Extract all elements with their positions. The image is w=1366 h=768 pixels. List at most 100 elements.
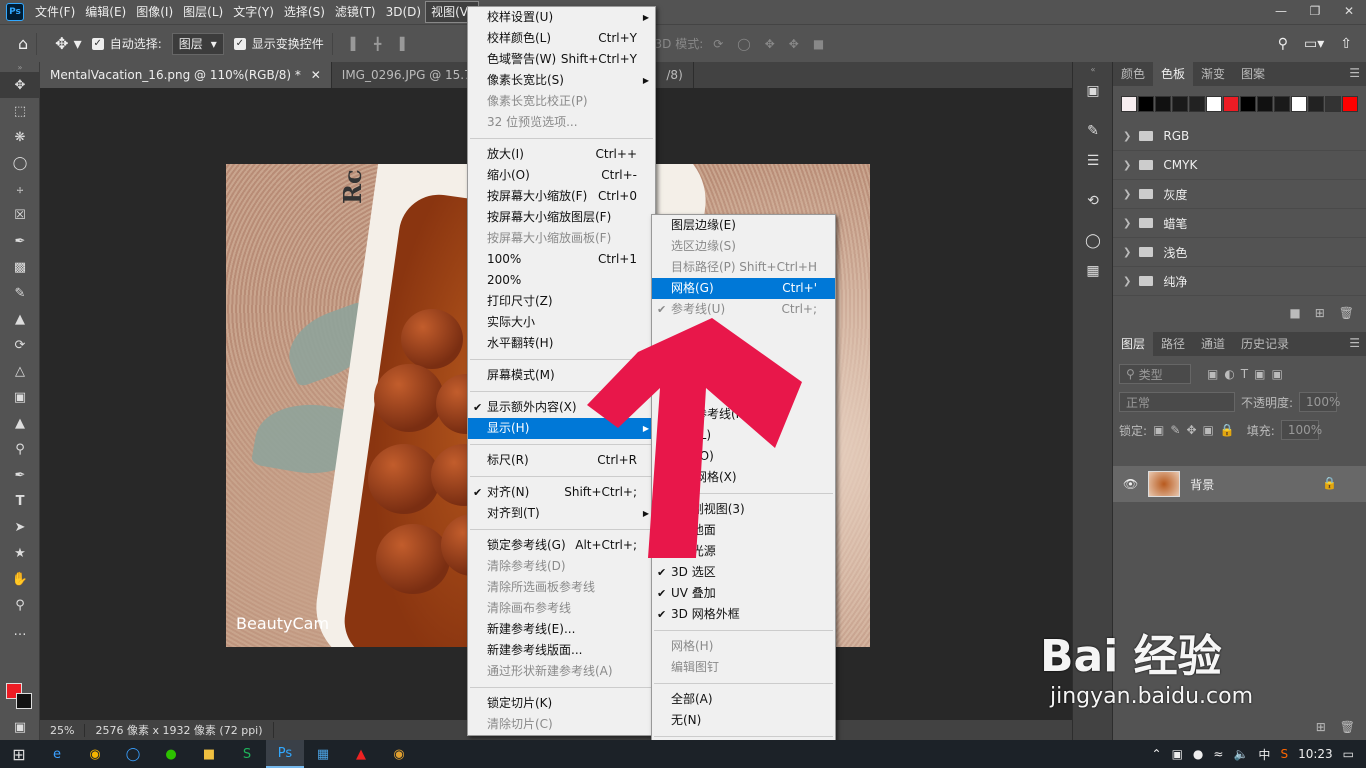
menu-option[interactable]: 打印尺寸(Z) [468, 291, 655, 312]
3d-rotate-icon[interactable]: ⟳ [713, 37, 723, 51]
chevron-right-icon[interactable]: ❯ [1123, 160, 1131, 171]
menu-option[interactable]: ✔ 3D 网格外框 [652, 604, 835, 625]
menu-option[interactable]: 屏幕模式(M) ▶ [468, 365, 655, 386]
swatch[interactable] [1223, 96, 1239, 112]
blend-mode-dropdown[interactable]: 正常 [1119, 392, 1235, 412]
3d-scale-icon[interactable]: ■ [813, 37, 824, 51]
chevron-right-icon[interactable]: ❯ [1123, 189, 1131, 200]
eyedropper-tool-icon[interactable]: ✒ [0, 228, 40, 254]
quick-select-tool-icon[interactable]: ◯ [0, 150, 40, 176]
3d-slide-icon[interactable]: ✥ [789, 37, 799, 51]
background-color[interactable] [16, 693, 32, 709]
swatch-group[interactable]: ❯ 蜡笔 [1113, 209, 1366, 238]
menu-item[interactable]: 滤镜(T) [330, 2, 381, 22]
tool-icon[interactable]: ◉ [380, 740, 418, 768]
menu-option[interactable]: ✔ [652, 341, 835, 362]
tab-document-1[interactable]: MentalVacation_16.png @ 110%(RGB/8) * ✕ [40, 62, 332, 88]
shape-tool-icon[interactable]: ★ [0, 540, 40, 566]
language-indicator[interactable]: 中 [1258, 746, 1270, 763]
chevron-right-icon[interactable]: ❯ [1123, 131, 1131, 142]
add-icon[interactable]: ⊞ [1315, 306, 1325, 320]
photoshop-taskbar-icon[interactable]: Ps [266, 740, 304, 768]
menu-option[interactable]: 显示(H) ▶ [468, 418, 655, 439]
workspace-icon[interactable]: ▭▾ [1304, 36, 1324, 52]
tab-document-3[interactable]: /8) [656, 62, 694, 88]
swatch[interactable] [1138, 96, 1154, 112]
menu-option[interactable]: 100% Ctrl+1 [468, 249, 655, 270]
menu-option[interactable]: 32 位预览选项... [468, 112, 655, 133]
menu-option[interactable]: 3D 副视图(3) [652, 499, 835, 520]
move-tool-icon[interactable]: ✥ [0, 72, 40, 98]
menu-option[interactable]: 水平翻转(H) [468, 333, 655, 354]
hand-tool-icon[interactable]: ✋ [0, 566, 40, 592]
add-icon[interactable]: ⊞ [1316, 720, 1326, 734]
tab-layers[interactable]: 图层 [1113, 332, 1154, 356]
swatch[interactable] [1342, 96, 1358, 112]
sheets-icon[interactable]: S [228, 740, 266, 768]
align-icons[interactable]: ▌ ╋ ▐ [351, 37, 405, 51]
windows-start-icon[interactable]: ⊞ [0, 740, 38, 768]
menu-option[interactable]: ✔ UV 叠加 [652, 583, 835, 604]
menu-option[interactable]: 3D 光源 [652, 541, 835, 562]
menu-option[interactable]: 标尺(R) Ctrl+R [468, 450, 655, 471]
menu-option[interactable]: 3D 地面 [652, 520, 835, 541]
tab-patterns[interactable]: 图案 [1233, 62, 1273, 86]
qq-icon[interactable]: ● [1193, 747, 1203, 761]
menu-option[interactable]: ✔ 3D 选区 [652, 562, 835, 583]
menu-option[interactable]: 注释(O) [652, 446, 835, 467]
menu-option[interactable]: 清除参考线(D) [468, 556, 655, 577]
brush-settings-icon[interactable]: ✎ [1073, 116, 1113, 146]
move-tool-icon[interactable]: ✥ ▾ [55, 34, 82, 53]
trash-icon[interactable]: 🗑 [1340, 720, 1355, 734]
menu-option[interactable]: 缩小(O) Ctrl+- [468, 165, 655, 186]
pen-tool-icon[interactable]: ✒ [0, 462, 40, 488]
wechat-icon[interactable]: ● [152, 740, 190, 768]
3d-panel-icon[interactable]: ▣ [1073, 76, 1113, 106]
menu-option[interactable]: 网格(G) Ctrl+' [652, 278, 835, 299]
collapse-icon[interactable]: « [1073, 62, 1113, 76]
menu-option[interactable]: 清除画布参考线 [468, 598, 655, 619]
menu-item[interactable]: 图层(L) [178, 2, 228, 22]
path-select-tool-icon[interactable]: ➤ [0, 514, 40, 540]
swatch[interactable] [1240, 96, 1256, 112]
menu-option[interactable]: 按屏幕大小缩放(F) Ctrl+0 [468, 186, 655, 207]
menu-option[interactable]: 色域警告(W) Shift+Ctrl+Y [468, 49, 655, 70]
close-icon[interactable]: ✕ [1332, 0, 1366, 22]
dodge-tool-icon[interactable]: ⚲ [0, 436, 40, 462]
explorer-icon[interactable]: ■ [190, 740, 228, 768]
tab-swatches[interactable]: 色板 [1153, 62, 1194, 86]
ime-icon[interactable]: S [1280, 747, 1288, 761]
wifi-icon[interactable]: ≈ [1213, 747, 1223, 761]
acrobat-icon[interactable]: ▲ [342, 740, 380, 768]
zoom-tool-icon[interactable]: ⚲ [0, 592, 40, 618]
tab-channels[interactable]: 通道 [1193, 332, 1233, 356]
swatch-group[interactable]: ❯ 纯净 [1113, 267, 1366, 296]
menu-option[interactable]: 实际大小 [468, 312, 655, 333]
menu-option[interactable] [652, 383, 835, 404]
stamp-tool-icon[interactable]: ▲ [0, 306, 40, 332]
swatch-group[interactable]: ❯ RGB [1113, 122, 1366, 151]
notification-icon[interactable]: ▭ [1343, 747, 1354, 761]
tab-paths[interactable]: 路径 [1153, 332, 1193, 356]
quick-mask-icon[interactable]: ▣ [0, 714, 40, 740]
layer-row[interactable]: 👁 背景 🔒 [1113, 466, 1366, 502]
menu-option[interactable]: ✔ [652, 362, 835, 383]
chevron-up-icon[interactable]: ⌃ [1152, 747, 1162, 761]
menu-option[interactable]: 像素网格(X) [652, 467, 835, 488]
menu-option[interactable]: 全部(A) [652, 689, 835, 710]
menu-option[interactable]: 按屏幕大小缩放画板(F) [468, 228, 655, 249]
more-tools-icon[interactable]: … [0, 618, 40, 644]
menu-option[interactable]: 200% [468, 270, 655, 291]
swatch[interactable] [1172, 96, 1188, 112]
swatch[interactable] [1189, 96, 1205, 112]
history-brush-tool-icon[interactable]: ⟳ [0, 332, 40, 358]
clock[interactable]: 10:23 [1298, 747, 1333, 761]
brush-tool-icon[interactable]: ✎ [0, 280, 40, 306]
edge-icon[interactable]: ◯ [114, 740, 152, 768]
menu-option[interactable]: 锁定切片(K) [468, 693, 655, 714]
menu-option[interactable]: 新建参考线(E)... [468, 619, 655, 640]
auto-select-checkbox[interactable]: ✓ 自动选择: [91, 35, 162, 52]
menu-option[interactable]: ✔ 参考线(U) Ctrl+; [652, 299, 835, 320]
share-icon[interactable]: ⇧ [1340, 36, 1352, 52]
swatch[interactable] [1257, 96, 1273, 112]
